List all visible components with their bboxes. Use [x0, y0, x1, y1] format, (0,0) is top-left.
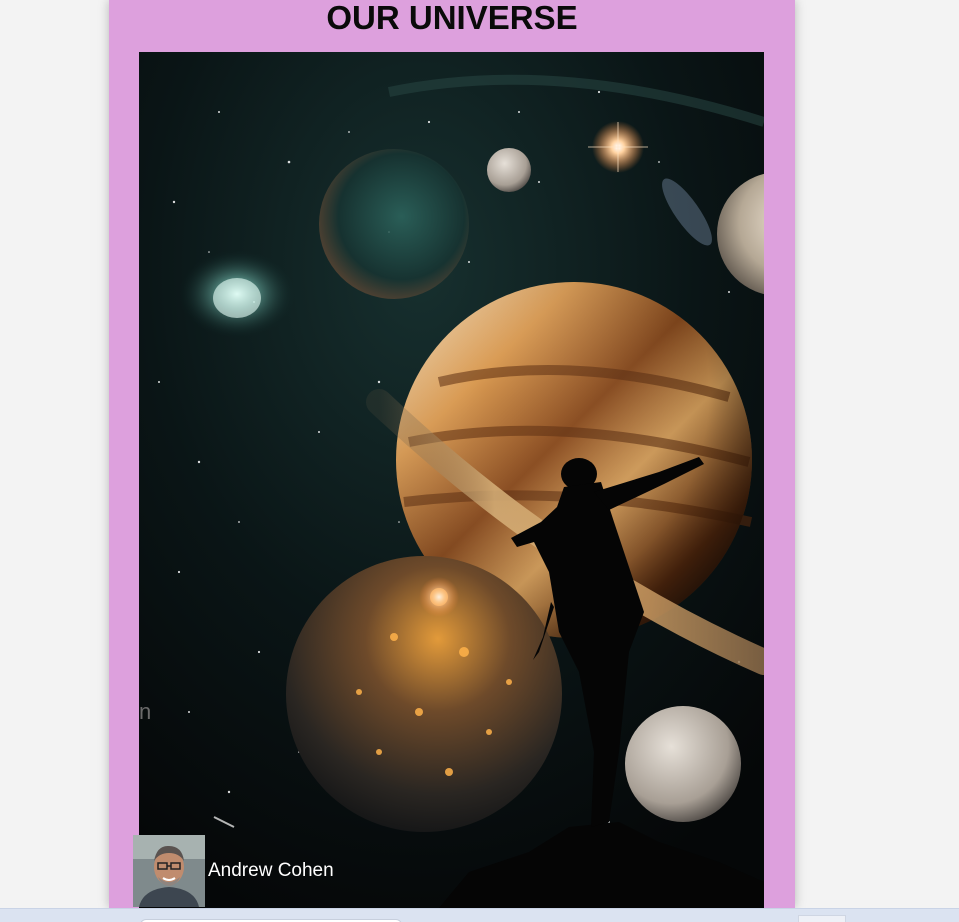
content-card: OUR UNIVERSE n Andrew Cohen	[109, 0, 795, 908]
author-avatar-photo-icon	[133, 835, 205, 907]
page-title: OUR UNIVERSE	[326, 0, 578, 36]
universe-illustration: n	[139, 52, 764, 908]
author-avatar[interactable]	[133, 835, 205, 907]
hero-image: n	[139, 52, 764, 908]
author-badge[interactable]: Andrew Cohen	[133, 835, 334, 907]
page: OUR UNIVERSE n Andrew Cohen	[0, 0, 959, 922]
bottom-bar-button[interactable]	[798, 915, 846, 922]
author-name[interactable]: Andrew Cohen	[208, 860, 334, 882]
watermark-text: n	[139, 699, 151, 724]
browser-bottom-bar	[0, 908, 959, 922]
